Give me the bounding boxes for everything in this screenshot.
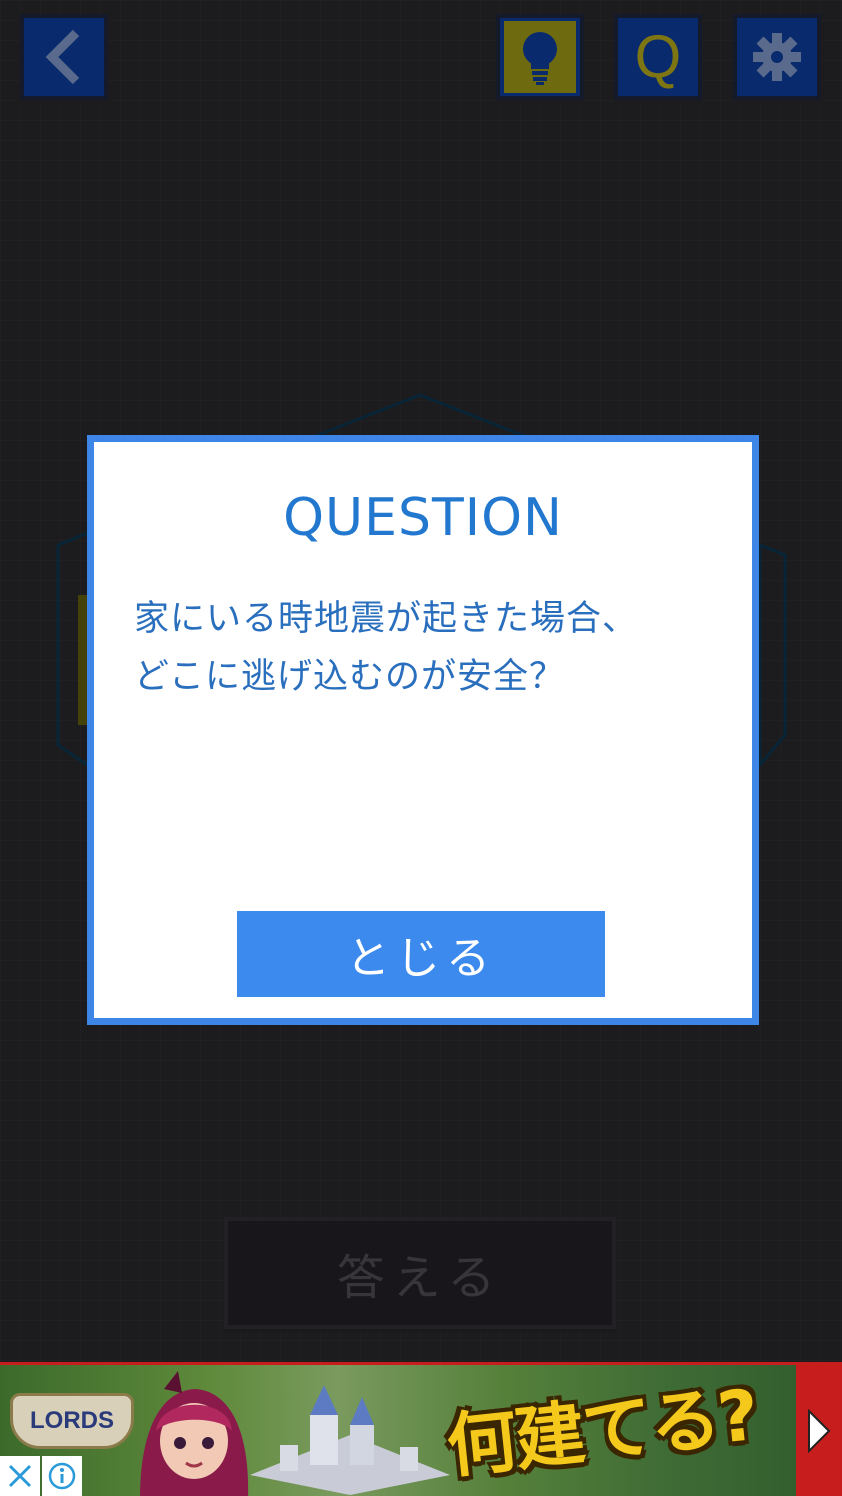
ad-close-button[interactable] xyxy=(0,1456,40,1496)
chevron-left-icon xyxy=(45,29,80,85)
ad-next-button[interactable] xyxy=(796,1365,842,1496)
question-button[interactable]: Q xyxy=(614,14,702,100)
question-dialog: QUESTION 家にいる時地震が起きた場合、 どこに逃げ込むのが安全？ とじる xyxy=(87,435,759,1025)
settings-button[interactable] xyxy=(733,14,821,100)
ad-headline: 何建てる? xyxy=(443,1373,761,1488)
gear-icon xyxy=(753,33,801,81)
answer-button[interactable]: 答える xyxy=(224,1217,616,1329)
hint-button-face xyxy=(504,21,576,93)
hint-button[interactable] xyxy=(496,14,584,100)
close-button[interactable]: とじる xyxy=(237,911,605,997)
back-button[interactable] xyxy=(20,14,108,100)
ad-character-illustration xyxy=(140,1371,249,1496)
ad-info-button[interactable] xyxy=(42,1456,82,1496)
question-button-label: Q xyxy=(634,23,682,90)
lightbulb-icon xyxy=(523,32,557,85)
ad-brand-text: LORDS xyxy=(30,1407,114,1434)
ad-banner[interactable]: LORDS 何建てる? xyxy=(0,1362,842,1496)
info-icon xyxy=(48,1462,76,1490)
close-icon xyxy=(8,1464,32,1488)
play-arrow-icon xyxy=(808,1408,831,1453)
ad-castle-illustration xyxy=(250,1385,450,1495)
question-text: 家にいる時地震が起きた場合、 どこに逃げ込むのが安全？ xyxy=(134,599,639,697)
dialog-title: QUESTION xyxy=(283,488,563,548)
ad-brand-logo: LORDS xyxy=(10,1393,134,1449)
